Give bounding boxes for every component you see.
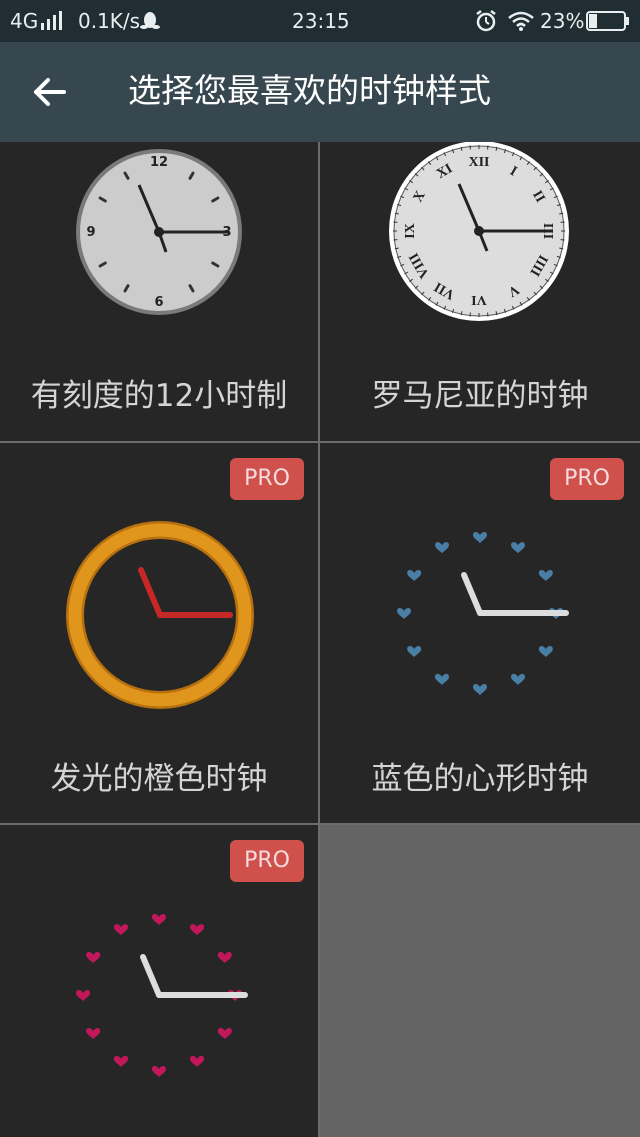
clock-style-label: 蓝色的心形时钟 — [371, 761, 589, 797]
heart-icon — [511, 542, 525, 554]
clock-style-item-blue-hearts[interactable]: PRO 蓝色的心形时钟 — [320, 443, 640, 823]
heart-icon — [152, 914, 166, 925]
dial-number-6: 6 — [154, 295, 163, 310]
heart-icon — [473, 684, 487, 695]
heart-icon — [435, 673, 449, 685]
heart-icon — [190, 1055, 204, 1067]
heart-icon — [114, 924, 128, 936]
heart-icon — [407, 570, 422, 581]
back-button[interactable] — [28, 70, 72, 114]
heart-icon — [473, 532, 487, 543]
network-speed: 0.1K/s — [78, 9, 141, 33]
hour-hand — [138, 567, 163, 618]
heart-icon — [435, 542, 449, 554]
heart-icon — [511, 673, 525, 685]
heart-icon — [114, 1055, 128, 1067]
clock-style-label: 罗马尼亚的时钟 — [371, 378, 589, 414]
clock-style-item-roman[interactable]: XII I II III IIII V VI VII VIII IX X XI 罗马尼亚的时钟 — [320, 142, 640, 441]
heart-icon — [397, 608, 411, 619]
pink-heart-clock-face — [76, 914, 248, 1077]
clock-time: 23:15 — [292, 9, 350, 33]
orange-ring-clock-face — [66, 521, 254, 709]
heart-icon — [86, 952, 101, 963]
roman-numeral: VI — [471, 292, 487, 307]
heart-icon — [217, 1028, 232, 1039]
empty-grid-cell — [320, 825, 640, 1137]
heart-icon — [217, 952, 232, 963]
dial-number-9: 9 — [86, 225, 95, 240]
clock-style-label: 有刻度的12小时制 — [30, 378, 288, 414]
heart-icon — [407, 646, 422, 657]
ticked-clock-face: 12 3 6 9 — [76, 149, 242, 315]
hour-hand — [461, 572, 483, 616]
battery-level-fill — [589, 14, 597, 28]
clock-style-item-pink-hearts[interactable]: PRO — [0, 825, 318, 1137]
page-title: 选择您最喜欢的时钟样式 — [128, 71, 491, 110]
battery-percent: 23% — [540, 9, 585, 33]
clock-style-label: 发光的橙色时钟 — [50, 761, 268, 797]
heart-icon — [538, 570, 553, 581]
battery-icon — [586, 11, 629, 31]
pro-badge: PRO — [230, 458, 304, 500]
app-bar: 选择您最喜欢的时钟样式 — [0, 42, 640, 142]
heart-icon — [538, 646, 553, 657]
network-type: 4G — [10, 9, 39, 33]
heart-icon — [152, 1066, 166, 1077]
clock-style-grid: 12 3 6 9 有刻度的12小时制 XIIIIIIIIIIIIVVIVIIVI… — [0, 142, 640, 1137]
arrow-left-icon — [34, 78, 66, 106]
heart-icon — [190, 924, 204, 936]
wifi-icon — [508, 11, 534, 31]
clock-style-item-orange-glow[interactable]: PRO 发光的橙色时钟 — [0, 443, 318, 823]
alarm-icon — [476, 10, 496, 32]
roman-numeral: IX — [403, 223, 418, 239]
signal-icon — [41, 11, 62, 30]
clock-style-item-ticked-12h[interactable]: 12 3 6 9 有刻度的12小时制 — [0, 142, 318, 441]
blue-heart-clock-face — [397, 532, 569, 695]
qq-penguin-icon — [140, 12, 160, 29]
heart-icon — [86, 1028, 101, 1039]
status-bar: 4G 0.1K/s 23:15 23% — [0, 0, 640, 42]
dial-number-12: 12 — [150, 155, 168, 170]
pro-badge: PRO — [550, 458, 624, 500]
roman-numeral: XII — [468, 155, 489, 170]
roman-clock-face: XIIIIIIIIIIIIVVIVIIVIIIIXXXI — [389, 142, 569, 321]
hour-hand — [140, 954, 162, 998]
pro-badge: PRO — [230, 840, 304, 882]
heart-icon — [76, 990, 90, 1001]
